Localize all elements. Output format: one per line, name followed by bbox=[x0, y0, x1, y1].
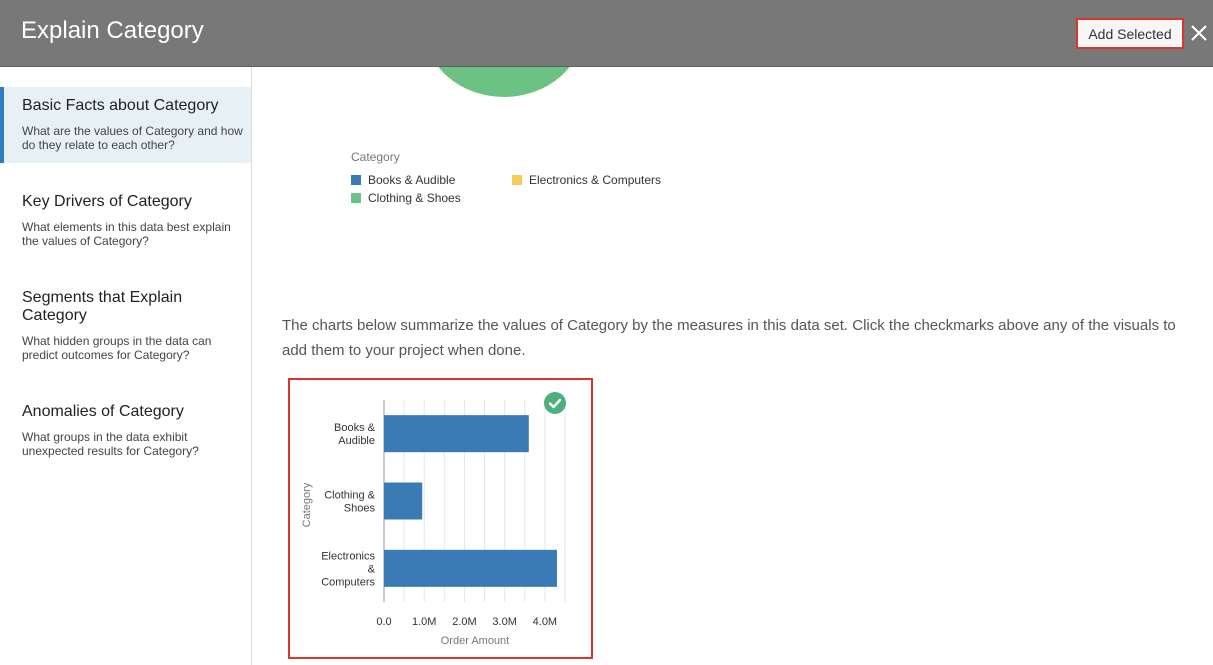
legend-title: Category bbox=[351, 150, 400, 164]
pie-slice-clothing bbox=[438, 67, 570, 97]
dialog-header: Explain Category Add Selected bbox=[0, 0, 1213, 67]
bar-chart: Books &Audible Clothing &Shoes Electronics… bbox=[301, 400, 566, 647]
pie-chart-partial bbox=[438, 67, 570, 97]
legend-label: Electronics & Computers bbox=[529, 173, 662, 187]
sidebar-item-key-drivers[interactable]: Key Drivers of Category What elements in… bbox=[0, 193, 251, 263]
sidebar-item-title: Basic Facts about Category bbox=[22, 97, 219, 114]
legend-swatch bbox=[351, 193, 361, 203]
bar bbox=[384, 482, 423, 520]
y-tick-label: Shoes bbox=[344, 503, 376, 515]
sidebar: Basic Facts about Category What are the … bbox=[0, 67, 252, 665]
bar bbox=[384, 549, 557, 587]
y-tick-label: Audible bbox=[338, 435, 375, 447]
x-axis-label: Order Amount bbox=[441, 635, 509, 647]
sidebar-item-desc: What groups in the data exhibit unexpect… bbox=[22, 430, 199, 458]
sidebar-item-desc: What elements in this data best explain … bbox=[22, 220, 231, 248]
add-selected-button[interactable]: Add Selected bbox=[1076, 18, 1184, 49]
checkmark-circle-icon[interactable] bbox=[544, 392, 566, 414]
sidebar-item-title: Key Drivers of Category bbox=[22, 193, 192, 210]
y-tick-label: Electronics bbox=[321, 550, 375, 562]
y-tick-label: & bbox=[368, 563, 376, 575]
x-tick-label: 0.0 bbox=[376, 616, 391, 628]
main-content: Category Books & Audible Electronics & C… bbox=[252, 67, 1213, 665]
legend-item-books: Books & Audible bbox=[351, 173, 455, 187]
y-tick-label: Books & bbox=[334, 422, 376, 434]
chart-card[interactable]: Books & Audible Clothing & Shoes Electronics… bbox=[288, 378, 593, 659]
x-tick-label: 3.0M bbox=[492, 616, 516, 628]
legend-item-electronics: Electronics & Computers bbox=[512, 173, 661, 187]
sidebar-item-title: Segments that Explain Category bbox=[22, 289, 183, 324]
legend-label: Clothing & Shoes bbox=[368, 191, 461, 205]
y-tick-label: Computers bbox=[321, 576, 375, 588]
sidebar-item-title: Anomalies of Category bbox=[22, 403, 184, 420]
sidebar-item-desc: What are the values of Category and how … bbox=[22, 124, 243, 152]
sidebar-item-basic-facts[interactable]: Basic Facts about Category What are the … bbox=[0, 87, 251, 163]
y-axis-label: Category bbox=[301, 482, 313, 527]
legend-label: Books & Audible bbox=[368, 173, 456, 187]
legend-swatch bbox=[351, 175, 361, 185]
close-icon[interactable] bbox=[1189, 23, 1209, 43]
sidebar-item-anomalies[interactable]: Anomalies of Category What groups in the… bbox=[0, 403, 251, 473]
dialog-title: Explain Category bbox=[21, 17, 204, 44]
legend-item-clothing: Clothing & Shoes bbox=[351, 191, 461, 205]
x-tick-label: 2.0M bbox=[452, 616, 476, 628]
summary-text: The charts below summarize the values of… bbox=[282, 317, 1176, 359]
legend-swatch bbox=[512, 175, 522, 185]
bar bbox=[384, 415, 529, 453]
sidebar-item-segments[interactable]: Segments that Explain Category What hidd… bbox=[0, 289, 251, 369]
y-tick-label: Clothing & bbox=[324, 490, 375, 502]
x-tick-label: 1.0M bbox=[412, 616, 436, 628]
x-tick-label: 4.0M bbox=[533, 616, 557, 628]
sidebar-item-desc: What hidden groups in the data can predi… bbox=[22, 334, 212, 362]
